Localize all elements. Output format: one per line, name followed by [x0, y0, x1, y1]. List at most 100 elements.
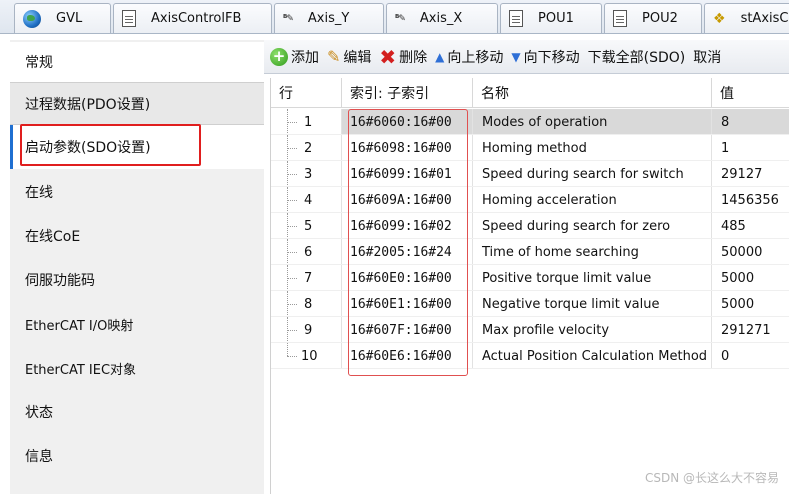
arrow-up-icon: ▲ — [435, 49, 445, 64]
column-header-line[interactable]: 行 — [271, 78, 342, 108]
cell-line: 4 — [271, 187, 342, 213]
tab-axis-y[interactable]: ᴮ✎ Axis_Y — [274, 3, 384, 33]
table-row[interactable]: 10 16#60E6:16#00 Actual Position Calculati… — [271, 343, 789, 369]
edit-button[interactable]: ✎ 编辑 — [325, 43, 377, 71]
cell-index: 16#607F:16#00 — [342, 317, 473, 343]
tree-connector-stub — [287, 226, 297, 227]
table-row[interactable]: 3 16#6099:16#01 Speed during search for sw… — [271, 161, 789, 187]
sidebar-item-information[interactable]: 信息 — [10, 435, 264, 477]
move-down-button-label: 向下移动 — [523, 49, 580, 66]
sidebar-item-ethercat-io-mapping[interactable]: EtherCAT I/O映射 — [10, 303, 264, 345]
sidebar-item-label: 信息 — [25, 449, 53, 465]
tab-pou1[interactable]: POU1 — [500, 3, 602, 33]
tree-connector-stub — [287, 174, 297, 175]
tab-pou2[interactable]: POU2 — [604, 3, 702, 33]
axis-edit-icon: ᴮ✎ — [395, 13, 406, 24]
line-number: 2 — [304, 140, 313, 156]
column-header-index[interactable]: 索引: 子索引 — [342, 78, 473, 108]
cell-name: Speed during search for switch — [473, 161, 712, 187]
cell-value: 291271 — [721, 322, 771, 338]
cell-name: Max profile velocity — [473, 317, 712, 343]
table-row[interactable]: 7 16#60E0:16#00 Positive torque limit valu… — [271, 265, 789, 291]
cell-value: 29127 — [721, 166, 763, 182]
cancel-button-label: 取消 — [693, 49, 722, 66]
table-row[interactable]: 5 16#6099:16#02 Speed during search for ze… — [271, 213, 789, 239]
cell-value: 0 — [721, 348, 730, 364]
add-button[interactable]: + 添加 — [268, 43, 325, 71]
cell-line: 9 — [271, 317, 342, 343]
table-row[interactable]: 1 16#6060:16#00 Modes of operation 8 — [271, 109, 789, 135]
sidebar-item-process-data[interactable]: 过程数据(PDO设置) — [10, 83, 264, 124]
line-number: 5 — [304, 218, 313, 234]
tab-label: GVL — [56, 11, 83, 26]
sidebar-item-startup-parameters[interactable]: 启动参数(SDO设置) — [10, 125, 264, 169]
cell-line: 5 — [271, 213, 342, 239]
cell-index: 16#60E0:16#00 — [342, 265, 473, 291]
line-number: 8 — [304, 296, 313, 312]
delete-x-icon: ✖ — [379, 44, 397, 69]
cell-line: 7 — [271, 265, 342, 291]
tab-label: Axis_X — [419, 11, 463, 26]
table-row[interactable]: 6 16#2005:16#24 Time of home searching 5000… — [271, 239, 789, 265]
cancel-button[interactable]: 取消 — [691, 43, 727, 71]
tree-connector-stub — [287, 252, 297, 253]
add-button-label: 添加 — [291, 49, 319, 66]
sidebar-item-label: 伺服功能码 — [25, 273, 95, 289]
cell-name: Actual Position Calculation Method — [473, 343, 712, 369]
column-header-name[interactable]: 名称 — [473, 78, 712, 108]
column-header-value[interactable]: 值 — [712, 78, 789, 108]
cell-line: 1 — [271, 109, 342, 135]
cell-value: 5000 — [721, 270, 755, 286]
cell-name: Speed during search for zero — [473, 213, 712, 239]
sidebar-item-ethercat-iec-objects[interactable]: EtherCAT IEC对象 — [10, 347, 264, 389]
table-row[interactable]: 2 16#6098:16#00 Homing method 1 — [271, 135, 789, 161]
sidebar-item-status[interactable]: 状态 — [10, 391, 264, 433]
download-all-sdo-button[interactable]: 下载全部(SDO) — [586, 43, 692, 71]
cell-index: 16#6060:16#00 — [342, 109, 473, 135]
tab-label: POU2 — [642, 11, 678, 26]
sidebar-item-label: 在线CoE — [25, 229, 81, 245]
line-number: 9 — [304, 322, 313, 338]
tree-connector-stub — [287, 148, 297, 149]
line-number: 7 — [304, 270, 313, 286]
download-all-button-label: 下载全部(SDO) — [587, 49, 686, 66]
tab-axis-x[interactable]: ᴮ✎ Axis_X — [386, 3, 498, 33]
sidebar-item-online[interactable]: 在线 — [10, 171, 264, 213]
sidebar-item-servo-function-code[interactable]: 伺服功能码 — [10, 259, 264, 301]
cell-index: 16#60E1:16#00 — [342, 291, 473, 317]
sidebar-item-online-coe[interactable]: 在线CoE — [10, 215, 264, 257]
tab-axiscontrolfb[interactable]: AxisControlFB — [113, 3, 272, 33]
cell-index: 16#6099:16#01 — [342, 161, 473, 187]
move-down-button[interactable]: ▼ 向下移动 — [509, 43, 585, 71]
sidebar-item-label: 状态 — [25, 405, 53, 421]
cell-value: 50000 — [721, 244, 763, 260]
tab-label: POU1 — [538, 11, 574, 26]
tab-gvl[interactable]: GVL — [14, 3, 111, 33]
line-number: 1 — [304, 114, 313, 130]
table-row[interactable]: 9 16#607F:16#00 Max profile velocity 291271 — [271, 317, 789, 343]
cell-index: 16#6098:16#00 — [342, 135, 473, 161]
arrow-down-icon: ▼ — [511, 49, 521, 64]
cell-value: 5000 — [721, 296, 755, 312]
sidebar-item-general[interactable]: 常规 — [10, 42, 264, 82]
table-header: 行 索引: 子索引 名称 值 — [271, 78, 789, 108]
table-row[interactable]: 8 16#60E1:16#00 Negative torque limit valu… — [271, 291, 789, 317]
sidebar-item-label: 常规 — [25, 55, 53, 71]
document-icon — [509, 10, 523, 27]
tab-staxis[interactable]: ❖ stAxisC — [704, 3, 789, 33]
tab-label: AxisControlFB — [151, 11, 242, 26]
tab-label: Axis_Y — [307, 11, 350, 26]
cell-line: 8 — [271, 291, 342, 317]
cell-line: 6 — [271, 239, 342, 265]
table-row[interactable]: 4 16#609A:16#00 Homing acceleration 1456356 — [271, 187, 789, 213]
struct-icon: ❖ — [713, 10, 726, 27]
delete-button-label: 删除 — [399, 49, 428, 66]
move-up-button[interactable]: ▲ 向上移动 — [433, 43, 509, 71]
delete-button[interactable]: ✖ 删除 — [377, 43, 433, 71]
move-up-button-label: 向上移动 — [447, 49, 504, 66]
pencil-icon: ✎ — [327, 47, 341, 66]
cell-value: 1456356 — [721, 192, 779, 208]
cell-index: 16#609A:16#00 — [342, 187, 473, 213]
cell-line: 2 — [271, 135, 342, 161]
editor-tab-strip: GVL AxisControlFB ᴮ✎ Axis_Y ᴮ✎ Axis_X PO… — [0, 0, 789, 34]
